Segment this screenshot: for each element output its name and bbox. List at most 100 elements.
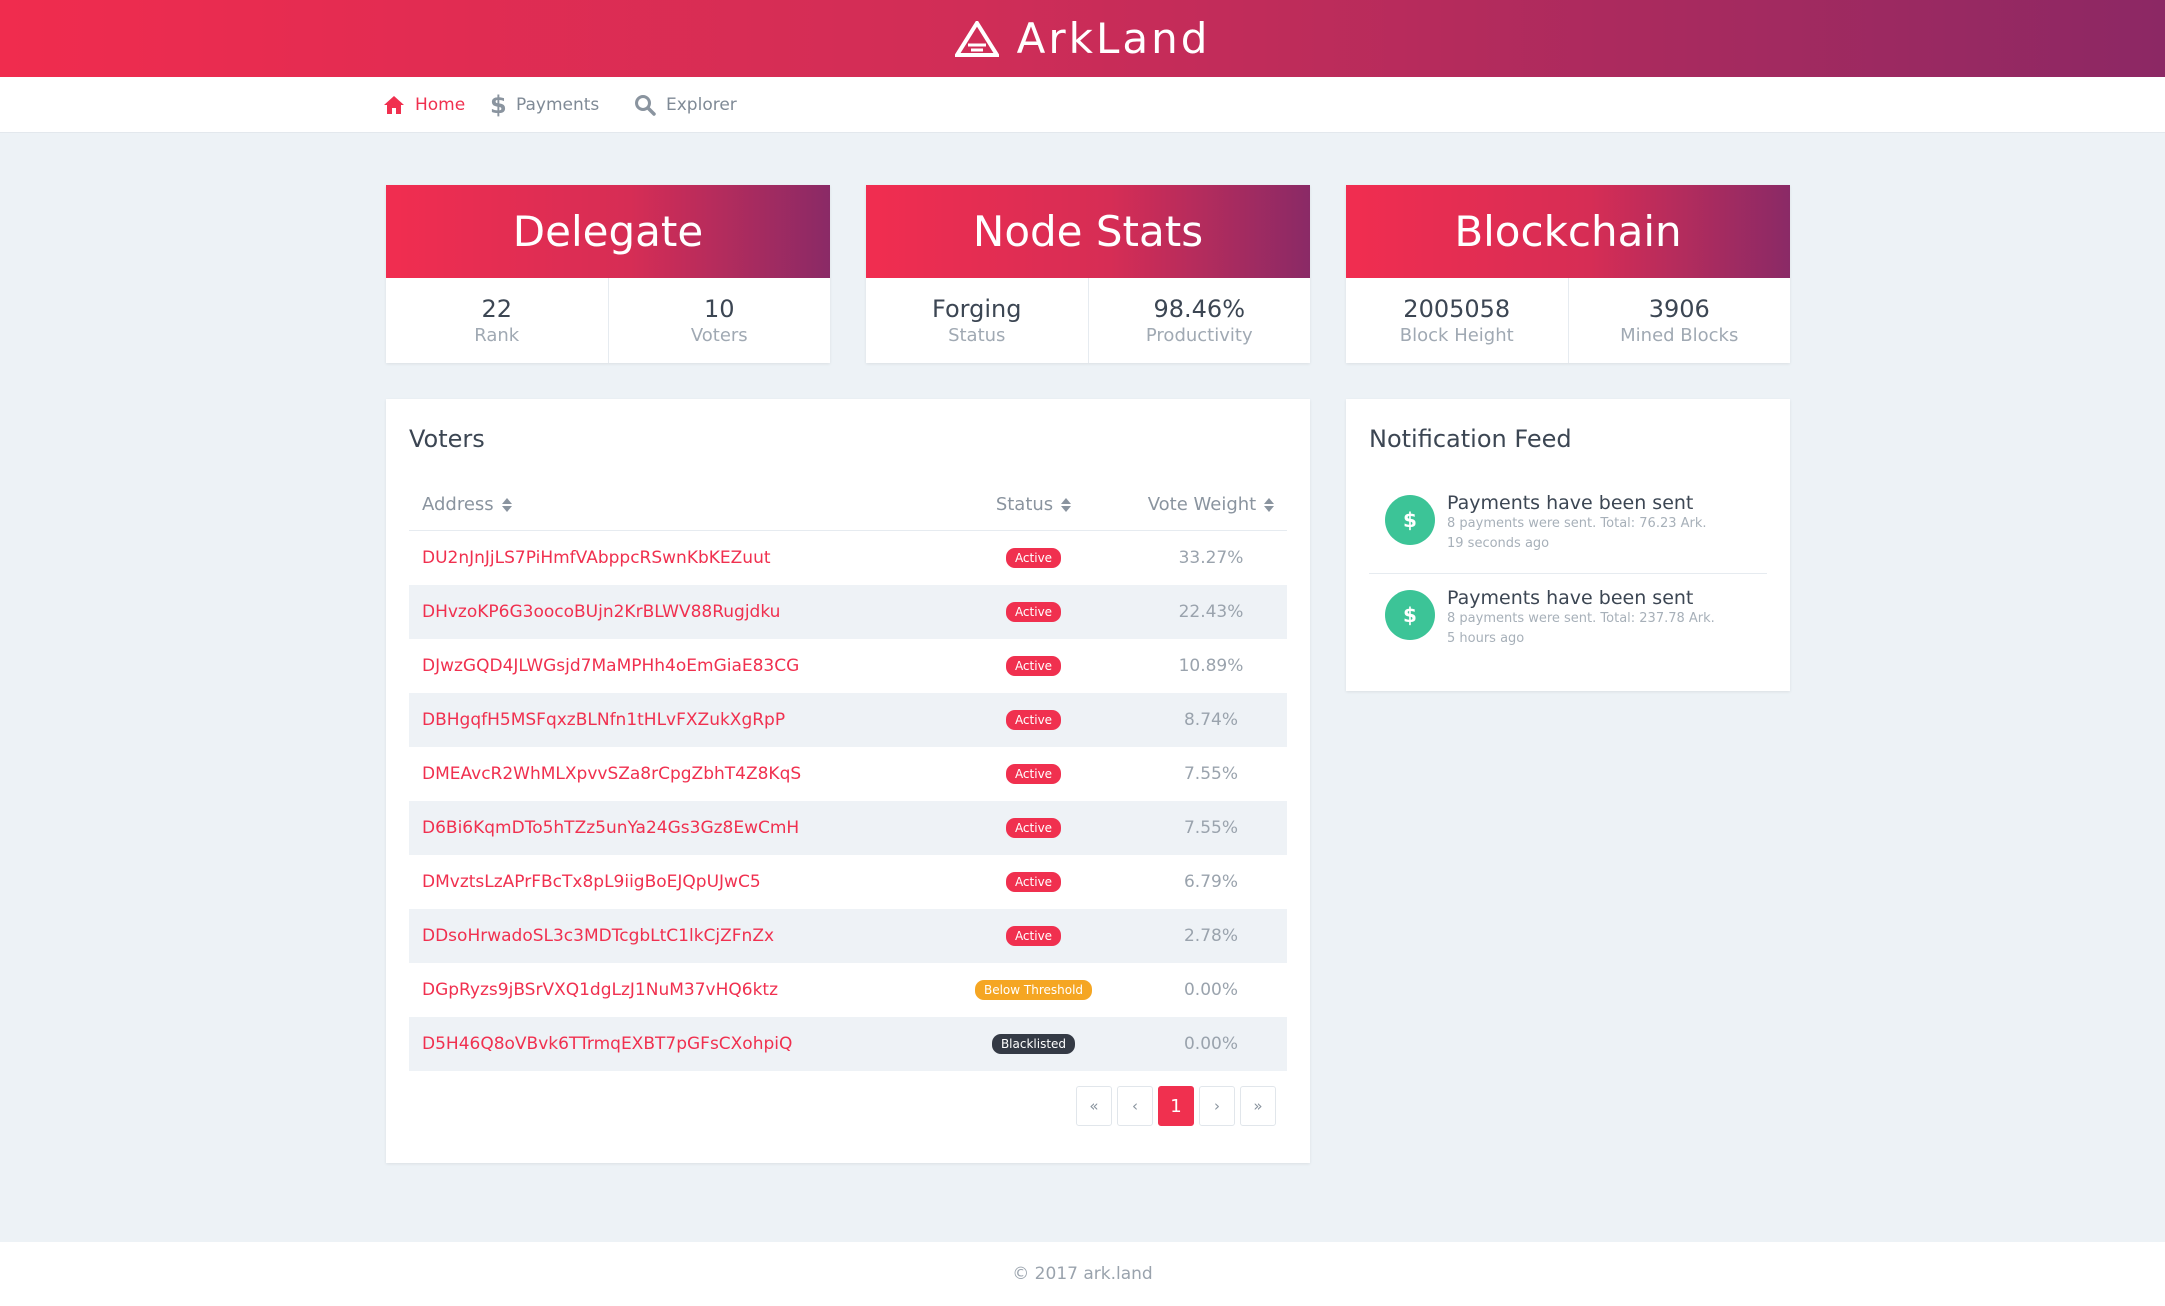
ark-logo-icon <box>954 20 999 57</box>
stat-block-height: 2005058 Block Height <box>1346 278 1568 363</box>
stat-value: 10 <box>703 294 735 323</box>
voter-address-link[interactable]: DHvzoKP6G3oocoBUjn2KrBLWV88Rugjdku <box>422 602 780 622</box>
column-header-status[interactable]: Status <box>932 494 1135 515</box>
table-row: DMvztsLzAPrFBcTx8pL9iigBoEJQpUJwC5 Active… <box>409 855 1287 909</box>
stat-productivity: 98.46% Productivity <box>1087 278 1311 363</box>
brand[interactable]: ArkLand <box>954 14 1211 63</box>
vote-weight: 7.55% <box>1183 764 1238 784</box>
notification-item: $ Payments have been sent 8 payments wer… <box>1369 492 1767 574</box>
column-header-address[interactable]: Address <box>409 494 932 515</box>
column-label: Address <box>422 494 494 515</box>
table-row: DHvzoKP6G3oocoBUjn2KrBLWV88Rugjdku Active… <box>409 585 1287 639</box>
vote-weight: 22.43% <box>1178 602 1244 622</box>
voters-panel: Voters Address Status Vote Weight DU2nJn… <box>386 399 1310 1163</box>
vote-weight: 10.89% <box>1178 656 1244 676</box>
stat-status: Forging Status <box>866 278 1088 363</box>
voter-address-link[interactable]: DU2nJnJjLS7PiHmfVAbppcRSwnKbKEZuut <box>422 548 771 568</box>
sort-icon <box>1061 497 1072 513</box>
nav-label-payments: Payments <box>516 95 600 115</box>
voter-address-link[interactable]: DGpRyzs9jBSrVXQ1dgLzJ1NuM37vHQ6ktz <box>422 980 778 1000</box>
nav-item-payments[interactable]: $ Payments <box>490 77 599 133</box>
status-badge: Active <box>1005 872 1062 892</box>
voters-table: Address Status Vote Weight DU2nJnJjLS7Pi… <box>409 479 1287 1071</box>
dollar-icon: $ <box>1385 590 1435 640</box>
page-current-button[interactable]: 1 <box>1158 1086 1194 1126</box>
table-row: DJwzGQD4JLWGsjd7MaMPHh4oEmGiaE83CG Active… <box>409 639 1287 693</box>
page-first-button[interactable]: « <box>1076 1086 1112 1126</box>
notification-title: Payments have been sent <box>1447 587 1694 609</box>
stat-value: 3906 <box>1648 294 1710 323</box>
status-badge: Active <box>1005 548 1062 568</box>
nav-item-explorer[interactable]: Explorer <box>634 77 737 133</box>
voter-address-link[interactable]: DJwzGQD4JLWGsjd7MaMPHh4oEmGiaE83CG <box>422 656 799 676</box>
vote-weight: 0.00% <box>1183 1034 1238 1054</box>
status-badge: Below Threshold <box>974 980 1093 1000</box>
voter-address-link[interactable]: DMEAvcR2WhMLXpvvSZa8rCpgZbhT4Z8KqS <box>422 764 801 784</box>
dollar-icon: $ <box>490 91 507 119</box>
stat-label: Block Height <box>1399 324 1514 346</box>
voter-address-link[interactable]: D6Bi6KqmDTo5hTZz5unYa24Gs3Gz8EwCmH <box>422 818 799 838</box>
nav-item-home[interactable]: Home <box>383 77 465 133</box>
stat-value: 2005058 <box>1403 294 1511 323</box>
status-badge: Blacklisted <box>991 1034 1076 1054</box>
vote-weight: 33.27% <box>1178 548 1244 568</box>
notification-item: $ Payments have been sent 8 payments wer… <box>1369 587 1767 667</box>
app-name: ArkLand <box>1016 14 1211 63</box>
dollar-icon: $ <box>1385 495 1435 545</box>
nav-label-home: Home <box>415 95 466 115</box>
footer-text: © 2017 ark.land <box>1012 1264 1153 1284</box>
page-last-button[interactable]: » <box>1240 1086 1276 1126</box>
status-badge: Active <box>1005 926 1062 946</box>
stat-label: Productivity <box>1145 324 1253 346</box>
stat-label: Rank <box>474 324 520 346</box>
column-header-vote-weight[interactable]: Vote Weight <box>1135 494 1287 515</box>
voter-address-link[interactable]: D5H46Q8oVBvk6TTrmqEXBT7pGFsCXohpiQ <box>422 1034 792 1054</box>
table-body: DU2nJnJjLS7PiHmfVAbppcRSwnKbKEZuut Active… <box>409 531 1287 1071</box>
feed-title: Notification Feed <box>1369 425 1572 453</box>
vote-weight: 6.79% <box>1183 872 1238 892</box>
notification-time: 5 hours ago <box>1447 631 1525 646</box>
table-row: DBHgqfH5MSFqxzBLNfn1tHLvFXZukXgRpP Active… <box>409 693 1287 747</box>
vote-weight: 0.00% <box>1183 980 1238 1000</box>
status-badge: Active <box>1005 764 1062 784</box>
column-label: Vote Weight <box>1147 494 1257 515</box>
column-label: Status <box>995 494 1054 515</box>
voter-address-link[interactable]: DMvztsLzAPrFBcTx8pL9iigBoEJQpUJwC5 <box>422 872 761 892</box>
card-title: Delegate <box>386 185 830 278</box>
page-prev-button[interactable]: ‹ <box>1117 1086 1153 1126</box>
table-row: DU2nJnJjLS7PiHmfVAbppcRSwnKbKEZuut Active… <box>409 531 1287 585</box>
nav-label-explorer: Explorer <box>666 95 737 115</box>
sort-icon <box>1264 497 1275 513</box>
card-blockchain: Blockchain 2005058 Block Height 3906 Min… <box>1346 185 1790 363</box>
status-badge: Active <box>1005 710 1062 730</box>
sort-icon <box>501 497 512 513</box>
page-next-button[interactable]: › <box>1199 1086 1235 1126</box>
table-row: D6Bi6KqmDTo5hTZz5unYa24Gs3Gz8EwCmH Active… <box>409 801 1287 855</box>
vote-weight: 8.74% <box>1183 710 1238 730</box>
card-node-stats: Node Stats Forging Status 98.46% Product… <box>866 185 1310 363</box>
table-row: DMEAvcR2WhMLXpvvSZa8rCpgZbhT4Z8KqS Active… <box>409 747 1287 801</box>
search-icon <box>635 95 656 116</box>
voter-address-link[interactable]: DDsoHrwadoSL3c3MDTcgbLtC1lkCjZFnZx <box>422 926 774 946</box>
table-row: DDsoHrwadoSL3c3MDTcgbLtC1lkCjZFnZx Active… <box>409 909 1287 963</box>
status-badge: Active <box>1005 818 1062 838</box>
footer: © 2017 ark.land <box>0 1242 2165 1306</box>
notification-description: 8 payments were sent. Total: 237.78 Ark. <box>1447 611 1715 626</box>
notification-time: 19 seconds ago <box>1447 536 1550 551</box>
stat-rank: 22 Rank <box>386 278 608 363</box>
notification-description: 8 payments were sent. Total: 76.23 Ark. <box>1447 516 1707 531</box>
stat-value: 98.46% <box>1153 294 1245 323</box>
stat-value: 22 <box>481 294 513 323</box>
stat-label: Status <box>948 324 1006 346</box>
stat-label: Voters <box>690 324 748 346</box>
top-header: ArkLand <box>0 0 2165 77</box>
notification-feed-panel: Notification Feed $ Payments have been s… <box>1346 399 1790 691</box>
voter-address-link[interactable]: DBHgqfH5MSFqxzBLNfn1tHLvFXZukXgRpP <box>422 710 785 730</box>
stat-label: Mined Blocks <box>1620 324 1739 346</box>
notification-title: Payments have been sent <box>1447 492 1694 514</box>
vote-weight: 2.78% <box>1183 926 1238 946</box>
card-title: Node Stats <box>866 185 1310 278</box>
card-title: Blockchain <box>1346 185 1790 278</box>
status-badge: Active <box>1005 656 1062 676</box>
pagination: « ‹ 1 › » <box>1076 1086 1276 1126</box>
